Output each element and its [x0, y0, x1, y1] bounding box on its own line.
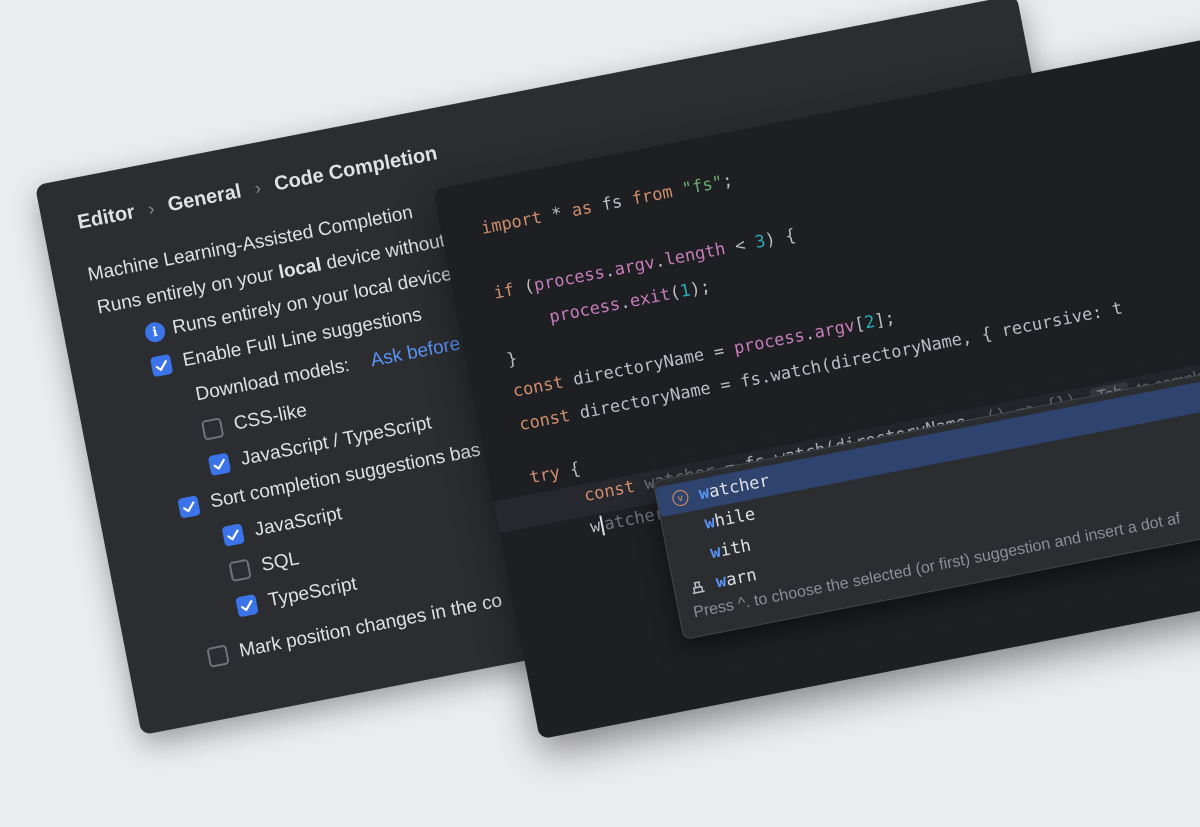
code-line: }: [505, 348, 519, 371]
sort-sql-label: SQL: [259, 548, 301, 576]
scene: Editor › General › Code Completion Machine L…: [0, 0, 1200, 740]
code-line: try {: [527, 458, 583, 489]
model-css-checkbox[interactable]: CSS-like: [200, 399, 309, 442]
code-line: import * as fs from "fs";: [479, 170, 735, 239]
sort-ts-checkbox[interactable]: TypeScript: [235, 574, 359, 619]
sort-js-label: JavaScript: [252, 503, 344, 541]
function-icon: [692, 581, 705, 595]
breadcrumb-item-editor[interactable]: Editor: [76, 201, 137, 234]
checkbox-unchecked-icon[interactable]: [228, 558, 252, 583]
empty-icon: [681, 555, 703, 559]
breadcrumb-item-code-completion: Code Completion: [272, 142, 440, 196]
sort-ts-label: TypeScript: [266, 573, 359, 612]
empty-icon: [675, 525, 697, 529]
info-icon: i: [143, 320, 167, 344]
breadcrumb-item-general[interactable]: General: [166, 180, 243, 216]
checkbox-unchecked-icon[interactable]: [200, 417, 225, 441]
checkbox-checked-icon[interactable]: [177, 495, 201, 519]
chevron-right-icon: ›: [146, 198, 157, 220]
checkbox-checked-icon[interactable]: [149, 353, 174, 378]
sort-js-checkbox[interactable]: JavaScript: [221, 503, 344, 548]
chevron-right-icon: ›: [252, 177, 263, 199]
checkbox-checked-icon[interactable]: [207, 452, 232, 477]
sort-sql-checkbox[interactable]: SQL: [228, 548, 301, 583]
checkbox-checked-icon[interactable]: [235, 593, 259, 618]
checkbox-unchecked-icon[interactable]: [206, 644, 230, 668]
variable-icon: v: [671, 488, 690, 508]
checkbox-checked-icon[interactable]: [221, 523, 245, 547]
model-css-label: CSS-like: [232, 399, 309, 435]
download-models-dropdown[interactable]: Ask before: [369, 333, 462, 372]
